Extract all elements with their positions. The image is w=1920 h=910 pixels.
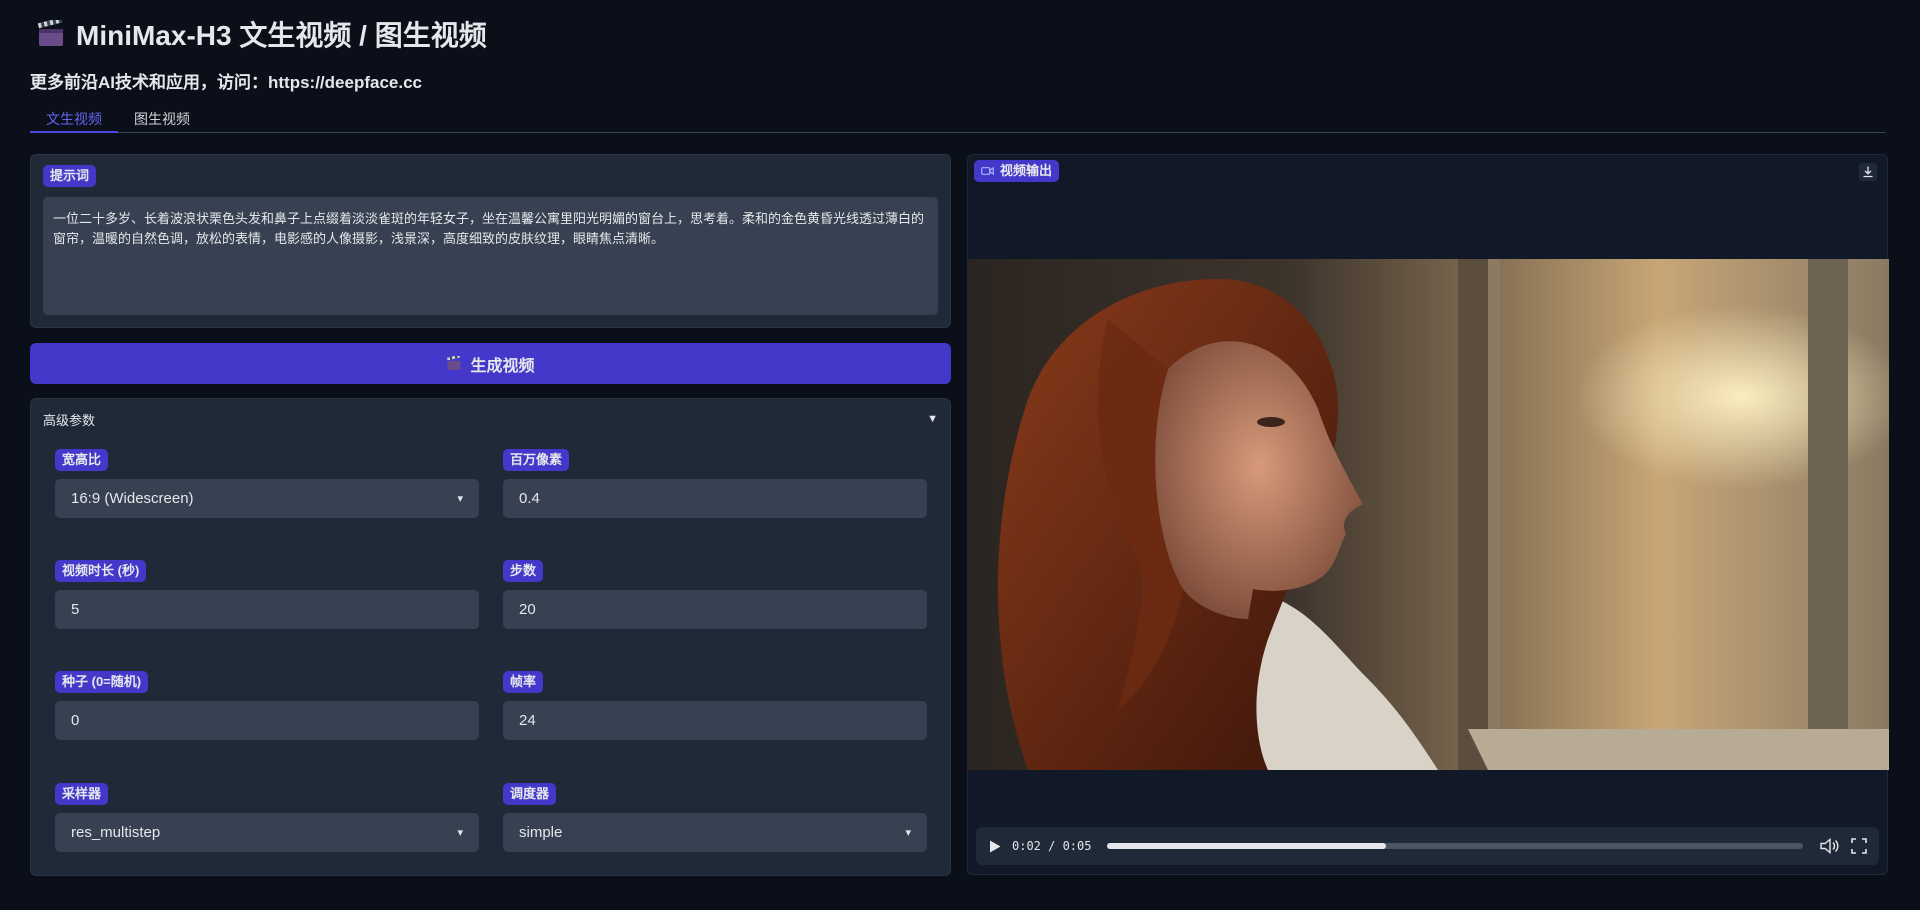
clapperboard-icon [447,356,461,370]
play-icon[interactable] [988,839,1002,854]
fps-label: 帧率 [503,671,544,694]
megapixels-input[interactable]: 0.4 [503,479,927,519]
video-output-panel: 视频输出 0:02 / 0:05 [967,154,1889,875]
seed-input[interactable]: 0 [55,701,479,741]
app-title-text: MiniMax-H3 文生视频 / 图生视频 [76,20,487,51]
video-frame[interactable] [968,259,1889,770]
download-icon[interactable] [1859,163,1877,181]
duration-input[interactable]: 5 [55,590,479,630]
scheduler-dropdown[interactable]: simple ▾ [503,813,927,853]
video-controls: 0:02 / 0:05 [976,827,1879,865]
seed-field: 种子 (0=随机) 0 [55,671,479,741]
megapixels-field: 百万像素 0.4 [503,449,927,519]
prompt-panel: 提示词 一位二十多岁、长着波浪状栗色头发和鼻子上点缀着淡淡雀斑的年轻女子，坐在温… [30,154,951,328]
sampler-dropdown[interactable]: res_multistep ▾ [55,813,479,853]
megapixels-label: 百万像素 [503,449,570,472]
video-output-label: 视频输出 [974,160,1060,183]
dropdown-arrow-icon: ▾ [457,827,463,840]
sampler-value: res_multistep [71,824,161,842]
prompt-label: 提示词 [43,165,97,188]
scheduler-value: simple [519,824,563,842]
fps-value: 24 [519,712,536,730]
caret-down-icon: ▼ [927,413,938,425]
sampler-label: 采样器 [55,783,109,806]
progress-fill [1107,843,1386,849]
duration-value: 5 [71,601,80,619]
scheduler-label: 调度器 [503,783,557,806]
sampler-field: 采样器 res_multistep ▾ [55,783,479,853]
app-title: MiniMax-H3 文生视频 / 图生视频 [36,14,487,54]
generate-video-button[interactable]: 生成视频 [30,343,951,384]
fps-input[interactable]: 24 [503,701,927,741]
clapperboard-icon [37,20,63,46]
steps-label: 步数 [503,560,544,583]
aspect-ratio-field: 宽高比 16:9 (Widescreen) ▾ [55,449,479,519]
volume-icon[interactable] [1819,837,1841,855]
aspect-ratio-dropdown[interactable]: 16:9 (Widescreen) ▾ [55,479,479,519]
fullscreen-icon[interactable] [1851,838,1867,854]
scheduler-field: 调度器 simple ▾ [503,783,927,853]
steps-field: 步数 20 [503,560,927,630]
seed-label: 种子 (0=随机) [55,671,149,694]
prompt-textarea[interactable]: 一位二十多岁、长着波浪状栗色头发和鼻子上点缀着淡淡雀斑的年轻女子，坐在温馨公寓里… [43,197,938,316]
advanced-params-toggle[interactable]: 高级参数 ▼ [31,399,950,439]
seed-value: 0 [71,712,80,730]
tab-image-to-video[interactable]: 图生视频 [118,106,206,133]
generate-video-label: 生成视频 [470,357,535,375]
progress-bar[interactable] [1107,843,1803,849]
megapixels-value: 0.4 [519,490,540,508]
fps-field: 帧率 24 [503,671,927,741]
dropdown-arrow-icon: ▾ [457,493,463,506]
tab-bar: 文生视频 图生视频 [30,106,1886,133]
dropdown-arrow-icon: ▾ [905,827,911,840]
steps-value: 20 [519,601,536,619]
playback-time: 0:02 / 0:05 [1012,839,1092,853]
duration-field: 视频时长 (秒) 5 [55,560,479,630]
subtitle: 更多前沿AI技术和应用，访问：https://deepface.cc [30,73,422,92]
steps-input[interactable]: 20 [503,590,927,630]
tab-text-to-video[interactable]: 文生视频 [30,106,118,133]
duration-label: 视频时长 (秒) [55,560,147,583]
video-camera-icon [981,167,994,176]
aspect-ratio-value: 16:9 (Widescreen) [71,490,194,508]
advanced-params-label: 高级参数 [43,412,96,428]
advanced-params-panel: 高级参数 ▼ 宽高比 16:9 (Widescreen) ▾ 百万像素 0.4 … [30,398,951,876]
video-output-label-text: 视频输出 [1000,163,1053,178]
aspect-ratio-label: 宽高比 [55,449,109,472]
